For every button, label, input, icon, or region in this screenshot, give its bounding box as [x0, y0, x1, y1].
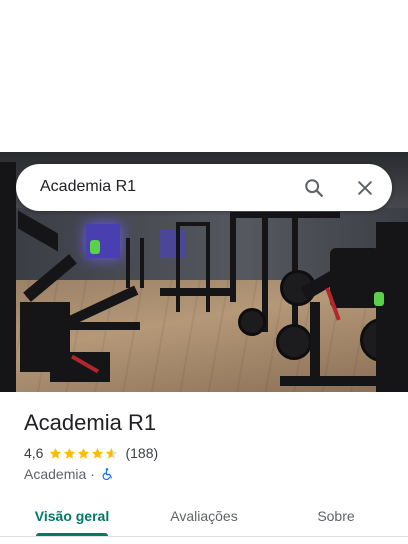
star-icon [64, 447, 76, 459]
map-blank-area [0, 0, 408, 152]
star-rating [49, 447, 119, 460]
tab-about[interactable]: Sobre [296, 495, 376, 536]
rating-value: 4,6 [24, 445, 44, 461]
star-icon [78, 447, 90, 459]
star-icon [92, 447, 104, 459]
search-icon[interactable] [298, 172, 330, 204]
place-tabs: Visão geral Avaliações Sobre [0, 495, 408, 536]
place-info-panel: Academia R1 4,6 (188) Academia · Visão g… [0, 392, 408, 544]
rating-row[interactable]: 4,6 (188) [24, 445, 158, 461]
close-icon[interactable] [349, 172, 381, 204]
tab-overview[interactable]: Visão geral [24, 495, 120, 536]
category-row: Academia · [24, 466, 114, 482]
search-input[interactable]: Academia R1 [40, 178, 136, 196]
wheelchair-icon [101, 467, 114, 481]
tab-reviews[interactable]: Avaliações [152, 495, 256, 536]
star-half-icon [106, 447, 118, 459]
place-title: Academia R1 [24, 410, 157, 435]
review-count[interactable]: (188) [125, 445, 158, 461]
place-category: Academia [24, 466, 87, 482]
separator: · [90, 466, 95, 482]
maps-place-screen: Academia R1 Academia R1 4,6 (188) Academ… [0, 0, 408, 544]
tabs-divider [0, 536, 408, 537]
star-icon [50, 447, 62, 459]
search-bar[interactable]: Academia R1 [16, 164, 392, 211]
